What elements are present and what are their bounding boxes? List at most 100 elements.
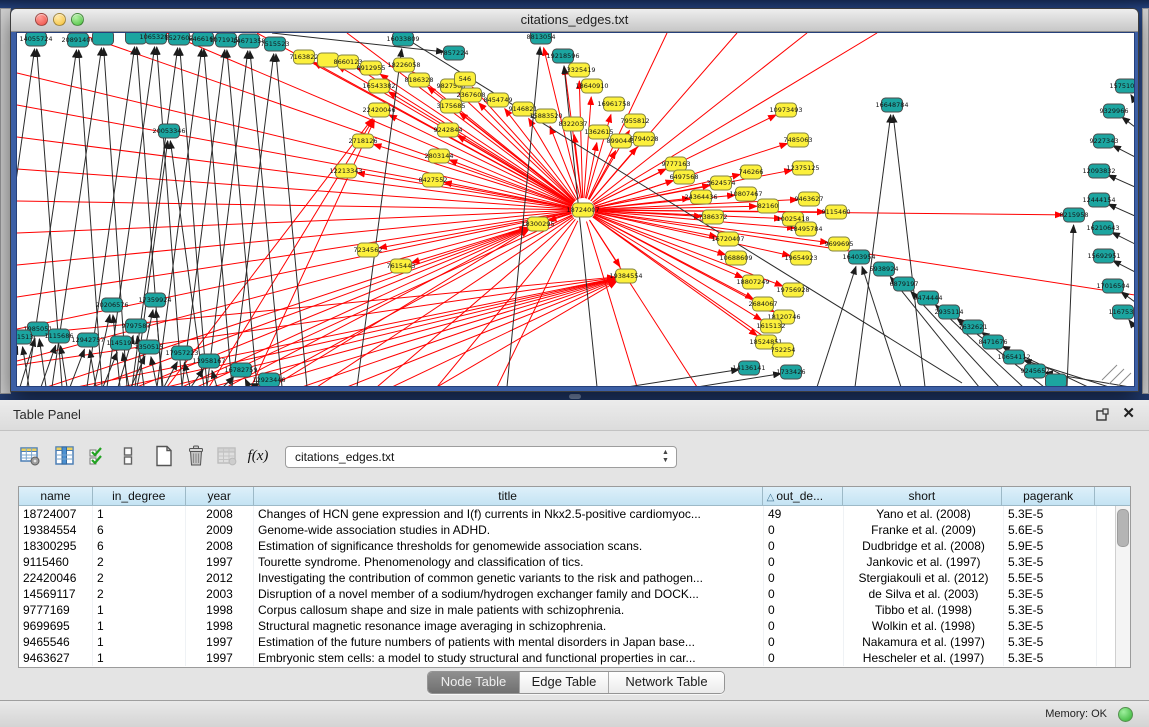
table-cell-short: Nakamura et al. (1997) <box>844 634 1004 650</box>
graph-edge[interactable] <box>276 54 307 386</box>
graph-edge[interactable] <box>103 352 117 386</box>
column-header-year[interactable]: year <box>186 487 254 506</box>
graph-edge[interactable] <box>1113 261 1134 272</box>
table-vertical-scrollbar[interactable] <box>1115 506 1130 667</box>
graph-edge[interactable] <box>123 353 129 386</box>
table-row[interactable]: 946554611997Estimation of the future num… <box>19 634 1130 650</box>
graph-edge[interactable] <box>1122 117 1134 127</box>
graph-edge[interactable] <box>817 267 856 386</box>
graph-edge[interactable] <box>893 115 925 386</box>
close-window-button[interactable] <box>35 13 48 26</box>
graph-edge[interactable] <box>584 97 591 198</box>
table-cell-name: 14569117 <box>19 586 93 602</box>
graph-node-label: 12923446 <box>252 376 285 384</box>
graph-edge[interactable] <box>272 230 529 386</box>
table-row[interactable]: 946362711997Embryonic stem cells: a mode… <box>19 650 1130 666</box>
graph-edge[interactable] <box>302 280 616 386</box>
graph-edge[interactable] <box>17 346 18 386</box>
graph-edge[interactable] <box>591 147 637 201</box>
table-row[interactable]: 2242004622012Investigating the contribut… <box>19 570 1130 586</box>
graph-edge[interactable] <box>122 278 615 386</box>
import-table-button[interactable] <box>213 442 241 470</box>
graph-edge[interactable] <box>627 370 739 386</box>
table-row[interactable]: 1872400712008Changes of HCN gene express… <box>19 506 1130 522</box>
window-titlebar[interactable]: citations_edges.txt <box>11 9 1138 32</box>
table-row[interactable]: 1456911722003Disruption of a novel membe… <box>19 586 1130 602</box>
combo-stepper-icon[interactable]: ▲▼ <box>660 449 671 465</box>
close-panel-icon[interactable]: ✕ <box>1122 405 1135 423</box>
graph-node-label: 17016504 <box>1096 282 1129 290</box>
table-options-button[interactable] <box>16 442 44 470</box>
graph-edge[interactable] <box>209 119 373 386</box>
row-height-button[interactable] <box>114 442 142 470</box>
tab-node-table[interactable]: Node Table <box>428 672 520 693</box>
graph-edge[interactable] <box>1113 146 1134 157</box>
graph-edge[interactable] <box>17 137 571 208</box>
tab-network-table[interactable]: Network Table <box>609 672 724 693</box>
graph-node-label: 752254 <box>771 346 796 354</box>
column-header-out_de[interactable]: △out_de... <box>763 487 843 506</box>
column-header-title[interactable]: title <box>254 487 763 506</box>
graph-edge[interactable] <box>250 51 282 386</box>
function-builder-button[interactable]: f(x) <box>244 442 272 470</box>
graph-edge[interactable] <box>17 201 571 210</box>
table-cell-pagerank: 5.5E-5 <box>1004 570 1097 586</box>
column-header-short[interactable]: short <box>843 487 1003 506</box>
graph-node[interactable] <box>93 33 114 45</box>
graph-edge[interactable] <box>17 211 571 265</box>
graph-node[interactable] <box>1046 374 1067 386</box>
graph-node-label: 16543382 <box>362 82 395 90</box>
graph-edge[interactable] <box>1129 320 1134 328</box>
zoom-window-button[interactable] <box>71 13 84 26</box>
column-header-pagerank[interactable]: pagerank <box>1002 487 1095 506</box>
panel-divider-handle[interactable] <box>569 394 581 399</box>
table-select[interactable]: citations_edges.txt ▲▼ <box>285 446 677 468</box>
graph-edge[interactable] <box>17 73 571 207</box>
table-cell-pagerank: 5.3E-5 <box>1004 554 1097 570</box>
graph-edge[interactable] <box>180 48 207 386</box>
select-rows-button[interactable] <box>84 442 112 470</box>
table-row[interactable]: 1938455462009Genome-wide association stu… <box>19 522 1130 538</box>
graph-edge[interactable] <box>1112 232 1134 244</box>
network-canvas[interactable]: 1405572420891406106532871527602646616010… <box>16 32 1135 387</box>
graph-edge[interactable] <box>1108 175 1134 187</box>
graph-edge[interactable] <box>132 48 178 386</box>
graph-edge[interactable] <box>39 339 46 386</box>
column-header-name[interactable]: name <box>19 487 93 506</box>
delete-table-button[interactable] <box>182 442 210 470</box>
scrollbar-thumb[interactable] <box>1117 509 1129 547</box>
float-panel-icon[interactable] <box>1096 408 1109 421</box>
graph-edge[interactable] <box>157 47 182 386</box>
table-row[interactable]: 911546021997Tourette syndrome. Phenomeno… <box>19 554 1130 570</box>
column-header-in_degree[interactable]: in_degree <box>93 487 186 506</box>
memory-ok-indicator[interactable] <box>1118 707 1133 722</box>
new-table-button[interactable] <box>150 442 178 470</box>
graph-edge[interactable] <box>70 349 84 386</box>
node-table[interactable]: namein_degreeyeartitle△out_de...shortpag… <box>18 486 1131 668</box>
graph-edge[interactable] <box>1067 225 1074 386</box>
table-row[interactable]: 1830029562008Estimation of significance … <box>19 538 1130 554</box>
graph-edge[interactable] <box>17 169 571 209</box>
graph-edge[interactable] <box>392 281 616 386</box>
table-row[interactable]: 977716911998Corpus callosum shape and si… <box>19 602 1130 618</box>
minimize-window-button[interactable] <box>53 13 66 26</box>
graph-edge[interactable] <box>357 173 571 208</box>
graph-edge[interactable] <box>347 280 616 386</box>
tab-edge-table[interactable]: Edge Table <box>520 672 609 693</box>
graph-edge[interactable] <box>23 347 29 386</box>
table-row[interactable]: 969969511998Structural magnetic resonanc… <box>19 618 1130 634</box>
graph-edge[interactable] <box>245 379 249 386</box>
graph-edge[interactable] <box>257 279 615 386</box>
show-columns-button[interactable] <box>51 442 79 470</box>
graph-node-label: 2718126 <box>349 137 378 145</box>
graph-edge[interactable] <box>1131 95 1134 102</box>
graph-edge[interactable] <box>697 374 781 386</box>
table-cell-pagerank: 5.6E-5 <box>1004 522 1097 538</box>
graph-node-label: 9329966 <box>1100 107 1129 115</box>
graph-edge[interactable] <box>1108 204 1134 216</box>
graph-edge[interactable] <box>17 278 615 365</box>
graph-edge[interactable] <box>437 282 617 386</box>
network-graph[interactable]: 1405572420891406106532871527602646616010… <box>17 33 1134 386</box>
graph-edge[interactable] <box>317 217 573 386</box>
graph-edge[interactable] <box>157 49 202 386</box>
